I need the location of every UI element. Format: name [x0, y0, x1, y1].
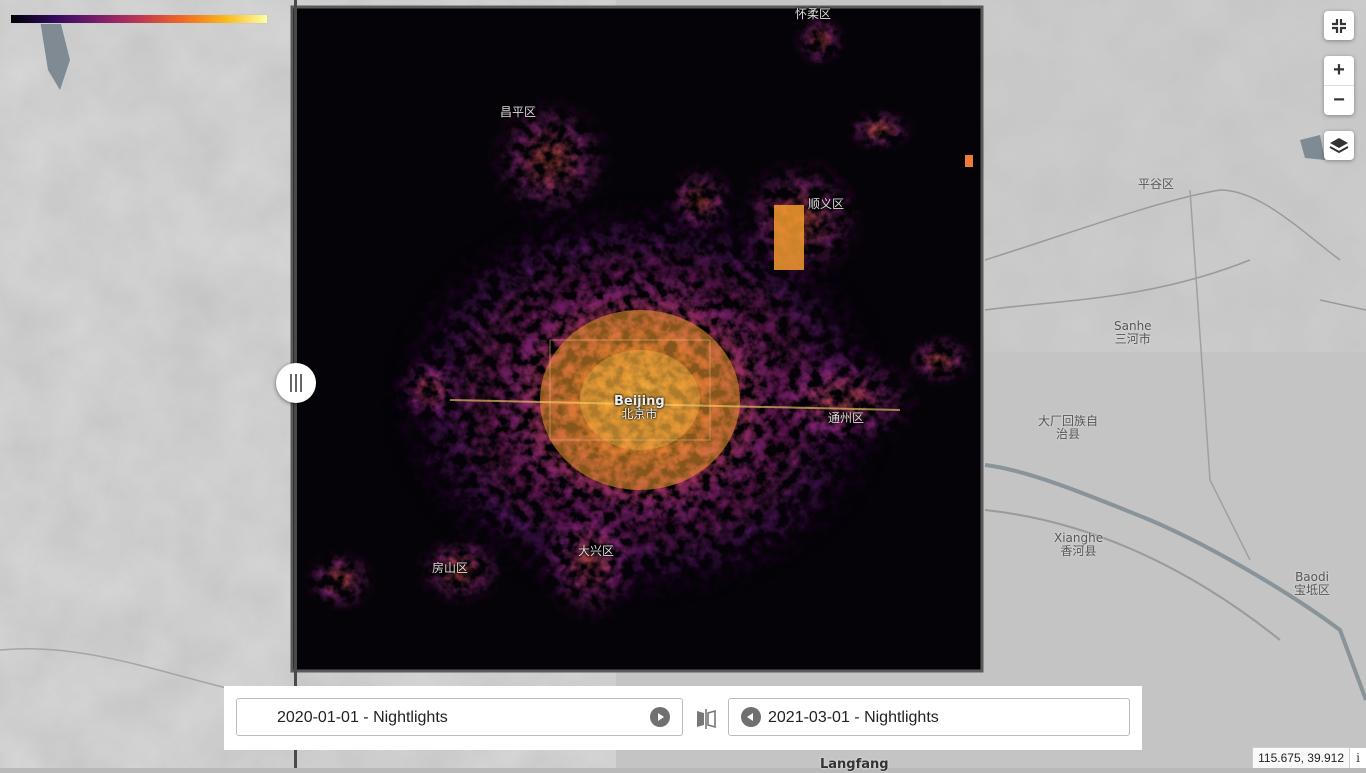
colorbar-legend [10, 14, 268, 24]
zoom-in-button[interactable]: + [1324, 56, 1354, 85]
label-daxing: 大兴区 [578, 544, 615, 558]
label-beijing: Beijing 北京市 [614, 395, 665, 421]
cursor-coordinates: 115.675, 39.912 [1252, 747, 1350, 768]
label-changping: 昌平区 [500, 105, 537, 119]
fullscreen-control [1324, 11, 1354, 40]
label-xianghe: Xianghe 香河县 [1054, 532, 1103, 558]
prev-date-icon[interactable] [741, 707, 761, 727]
compress-icon [1332, 18, 1346, 33]
compare-bar: 2020-01-01 - Nightlights 2021-03-01 - Ni… [224, 686, 1142, 750]
zoom-control: + − [1324, 56, 1354, 115]
left-layer-select[interactable]: 2020-01-01 - Nightlights [236, 698, 683, 736]
right-layer-label: 2021-03-01 - Nightlights [768, 709, 939, 726]
info-button[interactable]: i [1350, 748, 1366, 768]
right-layer-select[interactable]: 2021-03-01 - Nightlights [728, 698, 1130, 736]
map-view[interactable] [0, 0, 1366, 768]
layers-icon [1329, 137, 1349, 153]
label-huairou: 怀柔区 [795, 7, 832, 21]
basemap [0, 0, 1366, 768]
label-pinggu: 平谷区 [1138, 177, 1175, 191]
label-tongzhou: 通州区 [828, 411, 865, 425]
label-xianghe-zh: 香河县 [1060, 544, 1097, 558]
left-layer-label: 2020-01-01 - Nightlights [277, 709, 448, 726]
swap-compare-button[interactable] [694, 707, 718, 731]
label-sanhe: Sanhe 三河市 [1114, 320, 1152, 346]
layers-button[interactable] [1324, 131, 1354, 160]
compare-slider-handle[interactable] [276, 363, 316, 403]
label-baodi: Baodi 宝坻区 [1294, 571, 1330, 597]
label-dachang: 大厂回族自 治县 [1038, 415, 1098, 441]
label-langfang: Langfang [820, 757, 889, 772]
label-baodi-zh: 宝坻区 [1294, 583, 1331, 597]
layers-control [1324, 131, 1354, 160]
swap-compare-icon [697, 709, 716, 729]
label-dachang-2: 治县 [1056, 427, 1081, 441]
zoom-out-button[interactable]: − [1324, 85, 1354, 115]
label-shunyi: 顺义区 [808, 197, 845, 211]
label-fangshan: 房山区 [432, 561, 469, 575]
next-date-icon[interactable] [650, 707, 670, 727]
exit-fullscreen-button[interactable] [1324, 11, 1354, 40]
label-beijing-zh: 北京市 [621, 407, 658, 421]
label-sanhe-zh: 三河市 [1114, 332, 1151, 346]
